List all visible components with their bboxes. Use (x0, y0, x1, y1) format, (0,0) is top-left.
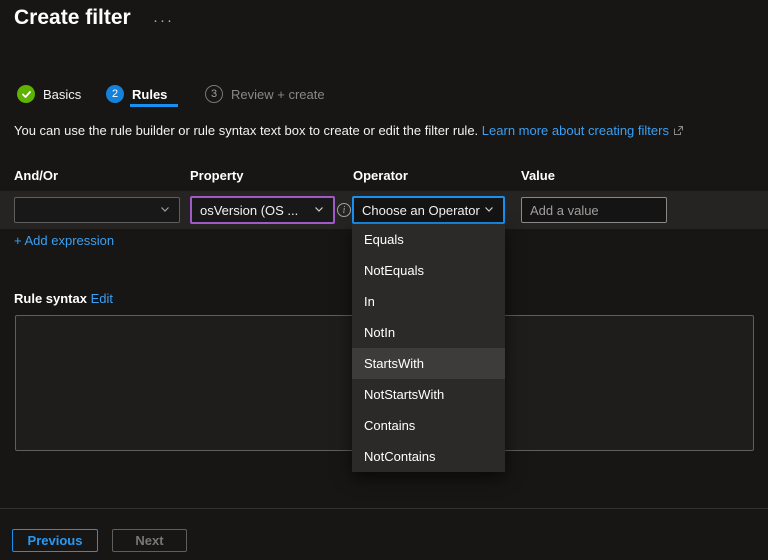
rule-syntax-edit-link[interactable]: Edit (91, 291, 113, 306)
operator-select-placeholder: Choose an Operator (362, 202, 480, 218)
rule-syntax-label: Rule syntax (14, 291, 87, 306)
tab-rules[interactable]: 2 Rules (106, 84, 167, 104)
tab-review-create[interactable]: 3 Review + create (205, 84, 325, 104)
chevron-down-icon (483, 203, 495, 218)
step-basics-label: Basics (43, 86, 82, 102)
footer-divider (0, 508, 768, 509)
rule-syntax-header: Rule syntax Edit (14, 291, 113, 306)
tab-basics[interactable]: Basics (17, 84, 81, 104)
add-expression-link[interactable]: + Add expression (14, 233, 114, 248)
operator-option-notcontains[interactable]: NotContains (352, 441, 505, 472)
operator-option-notequals[interactable]: NotEquals (352, 255, 505, 286)
operator-option-equals[interactable]: Equals (352, 224, 505, 255)
more-options-icon[interactable]: ··· (153, 12, 174, 29)
step-review-label: Review + create (231, 86, 325, 102)
previous-button[interactable]: Previous (12, 529, 98, 552)
active-step-indicator (130, 104, 178, 107)
operator-option-contains[interactable]: Contains (352, 410, 505, 441)
column-header-property: Property (190, 168, 244, 183)
external-link-icon (673, 124, 684, 139)
page-title: Create filter (14, 6, 131, 29)
operator-option-startswith[interactable]: StartsWith (352, 348, 505, 379)
operator-dropdown-menu: Equals NotEquals In NotIn StartsWith Not… (352, 224, 505, 472)
step-number-badge: 2 (106, 85, 124, 103)
column-header-operator: Operator (353, 168, 408, 183)
info-icon[interactable]: i (337, 203, 351, 217)
learn-more-link[interactable]: Learn more about creating filters (482, 123, 669, 138)
chevron-down-icon (313, 203, 325, 218)
property-select[interactable]: osVersion (OS ... (190, 196, 335, 224)
step-number-badge: 3 (205, 85, 223, 103)
andor-select[interactable] (14, 197, 180, 223)
description-text: You can use the rule builder or rule syn… (14, 123, 479, 138)
create-filter-pane: Create filter ··· Basics 2 Rules 3 Revie… (0, 0, 768, 560)
operator-option-notstartswith[interactable]: NotStartsWith (352, 379, 505, 410)
check-icon (17, 85, 35, 103)
rules-description: You can use the rule builder or rule syn… (14, 123, 684, 139)
operator-select[interactable]: Choose an Operator (352, 196, 505, 224)
operator-option-in[interactable]: In (352, 286, 505, 317)
next-button[interactable]: Next (112, 529, 187, 552)
value-input[interactable] (521, 197, 667, 223)
column-header-value: Value (521, 168, 555, 183)
column-header-andor: And/Or (14, 168, 59, 183)
step-rules-label: Rules (132, 86, 168, 102)
chevron-down-icon (159, 203, 171, 218)
property-select-value: osVersion (OS ... (200, 202, 299, 218)
operator-option-notin[interactable]: NotIn (352, 317, 505, 348)
